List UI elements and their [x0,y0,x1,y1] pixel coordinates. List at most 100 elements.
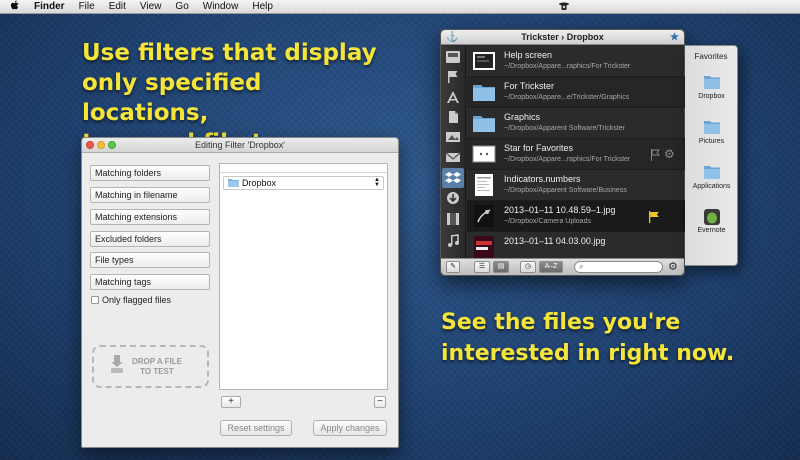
item-path: ~/Dropbox/Camera Uploads [504,218,591,225]
search-field[interactable]: ⌕ [574,261,663,273]
item-path: ~/Dropbox/Appare...raphics/For Trickster [504,156,631,163]
flag-icon[interactable] [648,210,660,228]
item-path: ~/Dropbox/Appare...raphics/For Trickster [504,63,631,70]
favorite-applications[interactable]: Applications [685,164,738,190]
menu-window[interactable]: Window [203,1,239,12]
image-thumbnail [472,142,496,166]
document-icon[interactable] [445,110,461,124]
list-item[interactable]: Star for Favorites ~/Dropbox/Appare...ra… [467,139,685,170]
spreadsheet-thumbnail [472,173,496,197]
screenshot-thumbnail [472,49,496,73]
menu-help[interactable]: Help [252,1,273,12]
mail-icon[interactable] [445,150,461,164]
close-window-button[interactable] [86,141,94,149]
item-path: ~/Dropbox/Apparent Software/Trickster [504,125,625,132]
folder-icon [472,111,496,135]
menu-file[interactable]: File [79,1,95,12]
list-item[interactable]: 2013–01–11 04.03.00.jpg [467,232,685,259]
item-name: Star for Favorites [504,143,574,153]
matching-extensions-button[interactable]: Matching extensions [90,209,210,225]
favorite-evernote[interactable]: Evernote [685,208,738,234]
dropbox-folder-icon [703,74,721,90]
list-item[interactable]: Indicators.numbers ~/Dropbox/Apparent So… [467,170,685,201]
trickster-toolbar: ✎ ☰ ▤ ◷ A–Z ⌕ ⚙ [441,258,684,275]
matching-in-filename-button[interactable]: Matching in filename [90,187,210,203]
folder-icon [472,80,496,104]
dropbox-icon[interactable] [442,168,464,188]
favorites-panel: Favorites Dropbox Pictures Applications … [685,45,738,266]
item-name: 2013–01–11 04.03.00.jpg [504,236,606,246]
item-name: 2013–01–11 10.48.59–1.jpg [504,205,616,215]
drop-zone-text: DROP A FILE TO TEST [132,356,182,376]
item-name: Graphics [504,112,541,122]
apple-menu-icon[interactable] [8,0,22,14]
edit-filter-button[interactable]: ✎ [446,261,460,273]
folder-icon [228,178,239,189]
item-name: Indicators.numbers [504,174,581,184]
favorite-dropbox[interactable]: Dropbox [685,74,738,100]
location-list: Dropbox ▲ ▼ [219,163,388,390]
image-icon[interactable] [445,130,461,144]
item-path: ~/Dropbox/Appare...e/Trickster/Graphics [504,94,630,101]
evernote-icon [703,208,721,225]
download-icon[interactable] [445,191,461,205]
popup-arrows-icon: ▲ ▼ [374,177,380,188]
add-location-button[interactable]: + [221,396,241,408]
minimize-window-button[interactable] [97,141,105,149]
menu-go[interactable]: Go [175,1,188,12]
settings-gear-icon[interactable]: ⚙ [668,260,678,273]
location-popup[interactable]: Dropbox ▲ ▼ [223,176,384,190]
zoom-window-button[interactable] [108,141,116,149]
reset-settings-button[interactable]: Reset settings [220,420,292,436]
filter-window-titlebar: Editing Filter 'Dropbox' [82,138,398,153]
menu-edit[interactable]: Edit [109,1,126,12]
checkbox-box[interactable] [91,296,99,304]
only-flagged-label: Only flagged files [102,295,172,305]
file-arrow-icon [110,355,124,378]
list-item[interactable]: Help screen ~/Dropbox/Appare...raphics/F… [467,46,685,77]
file-types-button[interactable]: File types [90,252,210,268]
favorite-pictures[interactable]: Pictures [685,119,738,145]
menu-view[interactable]: View [140,1,162,12]
pictures-folder-icon [703,119,721,135]
trickster-title: Trickster › Dropbox [521,32,604,42]
editing-filter-window: Editing Filter 'Dropbox' Matching folder… [81,137,399,448]
favorites-header: Favorites [694,52,728,61]
item-name: For Trickster [504,81,555,91]
gear-icon[interactable]: ⚙ [664,147,675,161]
flag-outline-icon[interactable] [650,148,661,166]
music-icon[interactable] [445,234,461,248]
matching-tags-button[interactable]: Matching tags [90,274,210,290]
apply-changes-button[interactable]: Apply changes [313,420,387,436]
list-item[interactable]: Graphics ~/Dropbox/Apparent Software/Tri… [467,108,685,139]
inbox-icon[interactable] [445,50,461,64]
applications-folder-icon [703,164,721,180]
menu-bar: Finder File Edit View Go Window Help [0,0,800,14]
film-icon[interactable] [445,212,461,226]
list-view-button[interactable]: ☰ [474,261,490,273]
promo-files-text: See the files you're interested in right… [441,310,735,366]
photo-thumbnail [472,204,496,228]
remove-location-button[interactable]: − [374,396,386,408]
excluded-folders-button[interactable]: Excluded folders [90,231,210,247]
apps-icon[interactable] [445,90,461,104]
list-item[interactable]: 2013–01–11 10.48.59–1.jpg ~/Dropbox/Came… [467,201,685,232]
trickster-sidebar [441,46,466,259]
menu-finder[interactable]: Finder [34,1,65,12]
trickster-window: ⚓ Trickster › Dropbox ★ Help screen ~/Dr… [440,29,685,276]
photo-thumbnail [472,235,496,258]
item-name: Help screen [504,50,553,60]
sort-alphabetical-button[interactable]: A–Z [539,261,563,273]
drop-file-zone[interactable]: DROP A FILE TO TEST [92,345,209,388]
favorite-star-icon[interactable]: ★ [670,30,679,45]
list-item[interactable]: For Trickster ~/Dropbox/Appare...e/Trick… [467,77,685,108]
sort-by-date-button[interactable]: ◷ [520,261,536,273]
matching-folders-button[interactable]: Matching folders [90,165,210,181]
only-flagged-checkbox[interactable]: Only flagged files [91,295,171,305]
anchor-icon[interactable]: ⚓ [446,30,458,45]
search-icon: ⌕ [579,262,584,271]
compact-view-button[interactable]: ▤ [493,261,509,273]
flag-icon[interactable] [445,70,461,84]
item-path: ~/Dropbox/Apparent Software/Business [504,187,627,194]
trickster-tray-icon[interactable] [558,1,570,12]
